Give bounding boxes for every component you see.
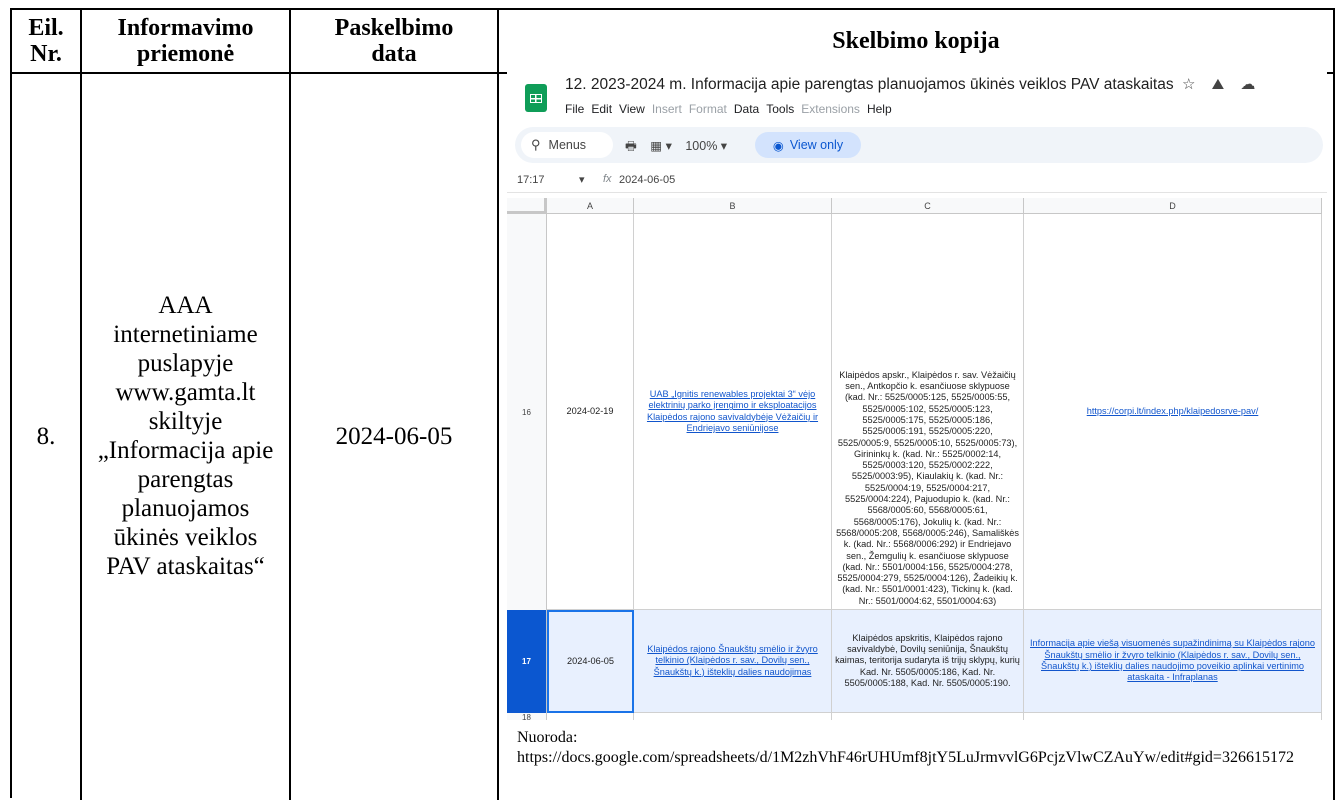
menu-item[interactable]: Help bbox=[867, 102, 892, 116]
column-header-b[interactable]: B bbox=[634, 198, 832, 214]
header-data: Paskelbimo data bbox=[334, 15, 454, 67]
toolbar-tools: 🖶 ▦ ▾ 100% ▾ bbox=[625, 137, 727, 158]
title-action-icons[interactable]: ☆ ⛰ ☁ bbox=[1182, 75, 1261, 93]
menu-item[interactable]: View bbox=[619, 102, 645, 116]
header-priemone: Informavimo priemonė bbox=[117, 15, 254, 67]
header-kopija: Skelbimo kopija bbox=[832, 28, 1000, 54]
link-url[interactable]: https://docs.google.com/spreadsheets/d/1… bbox=[517, 748, 1327, 768]
sheet-cell[interactable]: Klaipėdos apskr., Klaipėdos r. sav. Vėža… bbox=[832, 214, 1024, 610]
menu-item[interactable]: Extensions bbox=[801, 102, 860, 116]
eye-icon: ◉ bbox=[772, 138, 784, 153]
menu-search[interactable]: ⚲ Menus bbox=[521, 132, 613, 158]
row-number[interactable]: 18 bbox=[507, 713, 547, 720]
sheet-cell-link[interactable]: Informacija apie viešą visuomenės supaži… bbox=[1024, 610, 1322, 713]
zoom-value: 100% bbox=[685, 139, 718, 153]
sheet-cell[interactable]: 2024-02-19 bbox=[547, 214, 634, 610]
sheet-cell-link[interactable]: https://corpi.lt/index.php/klaipedosrve-… bbox=[1024, 214, 1322, 610]
fx-icon: fx bbox=[603, 173, 612, 185]
row-nr: 8. bbox=[36, 422, 56, 450]
select-all-corner[interactable] bbox=[507, 198, 547, 214]
formula-value[interactable]: 2024-06-05 bbox=[619, 174, 675, 186]
menu-item[interactable]: Insert bbox=[652, 102, 682, 116]
spreadsheet-screenshot: 12. 2023-2024 m. Informacija apie pareng… bbox=[507, 70, 1327, 720]
name-box[interactable]: 17:17 bbox=[517, 174, 545, 186]
row-number-selected[interactable]: 17 bbox=[507, 610, 547, 713]
column-header-d[interactable]: D bbox=[1024, 198, 1322, 214]
chevron-down-icon[interactable]: ▾ bbox=[579, 173, 585, 186]
sheet-cell-active[interactable]: 2024-06-05 bbox=[547, 610, 634, 713]
sheets-logo-icon bbox=[525, 84, 547, 112]
view-only-button[interactable]: ◉ View only bbox=[755, 132, 861, 158]
row-data: 2024-06-05 bbox=[335, 422, 453, 450]
header-nr: Eil. Nr. bbox=[28, 15, 64, 67]
menu-item[interactable]: Edit bbox=[591, 102, 612, 116]
search-icon: ⚲ bbox=[531, 137, 541, 152]
divider bbox=[1333, 10, 1335, 800]
sheet-cell[interactable] bbox=[547, 713, 634, 720]
sheet-cell[interactable] bbox=[832, 713, 1024, 720]
menu-item[interactable]: File bbox=[565, 102, 584, 116]
divider bbox=[497, 10, 499, 800]
link-caption: Nuoroda: https://docs.google.com/spreads… bbox=[517, 728, 1327, 768]
row-number[interactable]: 16 bbox=[507, 214, 547, 610]
search-label: Menus bbox=[548, 138, 587, 152]
menu-item[interactable]: Tools bbox=[766, 102, 794, 116]
sheet-cell-link[interactable]: Klaipėdos rajono Šnaukštų smėlio ir žvyr… bbox=[634, 610, 832, 713]
menu-item[interactable]: Data bbox=[734, 102, 759, 116]
column-header-a[interactable]: A bbox=[547, 198, 634, 214]
sheet-cell-link[interactable]: UAB „Ignitis renewables projektai 3“ vėj… bbox=[634, 214, 832, 610]
format-icon[interactable]: ▦ ▾ bbox=[650, 139, 672, 153]
sheet-cell[interactable] bbox=[1024, 713, 1322, 720]
link-label: Nuoroda: bbox=[517, 729, 578, 746]
column-header-c[interactable]: C bbox=[832, 198, 1024, 214]
sheet-cell[interactable]: Klaipėdos apskritis, Klaipėdos rajono sa… bbox=[832, 610, 1024, 713]
view-only-label: View only bbox=[789, 138, 844, 152]
sheet-cell[interactable] bbox=[634, 713, 832, 720]
zoom-select[interactable]: 100% ▾ bbox=[685, 139, 727, 153]
menu-bar: File Edit View Insert Format Data Tools Extensi… bbox=[565, 102, 899, 116]
sheet-title: 12. 2023-2024 m. Informacija apie pareng… bbox=[565, 76, 1174, 93]
row-priemone: AAA internetiniame puslapyje www.gamta.l… bbox=[97, 292, 274, 580]
formula-bar: 17:17 ▾ fx 2024-06-05 bbox=[507, 170, 1327, 193]
menu-item[interactable]: Format bbox=[689, 102, 727, 116]
print-icon[interactable]: 🖶 bbox=[625, 139, 637, 153]
